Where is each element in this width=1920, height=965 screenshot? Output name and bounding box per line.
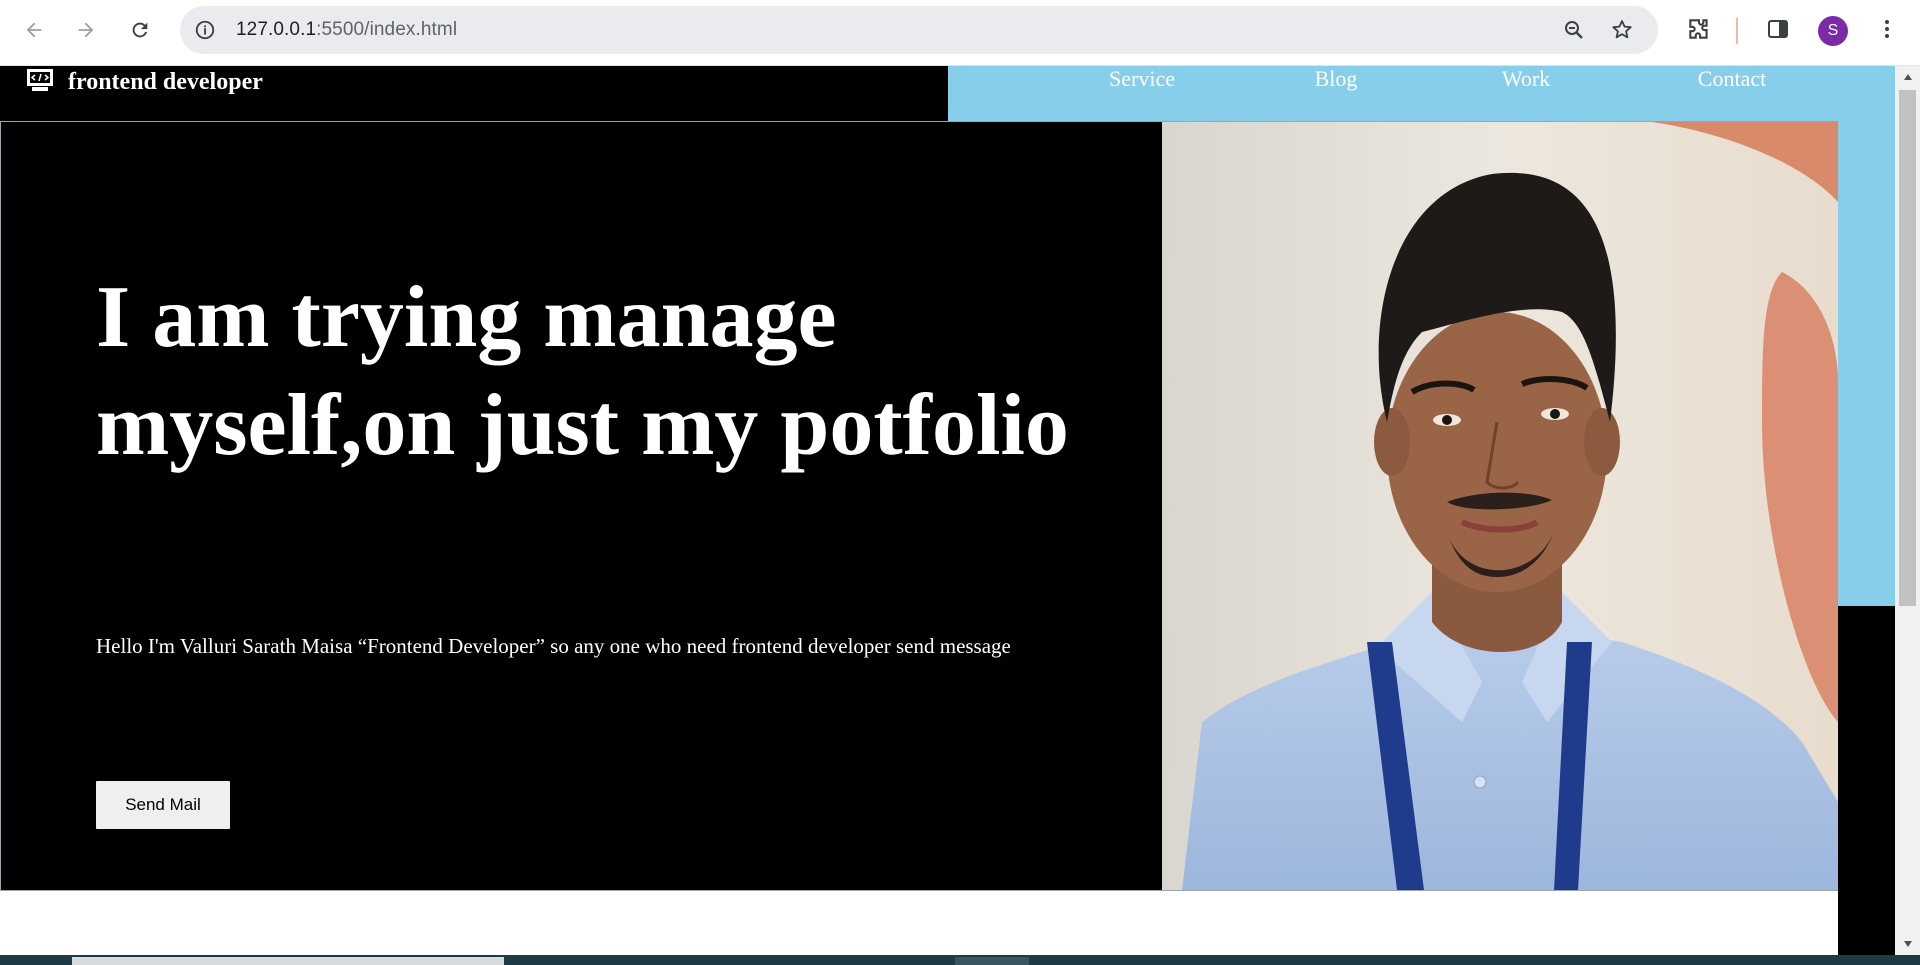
profile-photo — [1162, 122, 1838, 890]
puzzle-icon — [1689, 19, 1708, 39]
reload-icon — [132, 22, 148, 38]
address-bar[interactable]: 127.0.0.1:5500/index.html — [180, 6, 1658, 54]
os-taskbar — [0, 955, 1920, 965]
side-panel-icon — [1768, 20, 1788, 38]
nav-link-service[interactable]: Service — [1092, 66, 1192, 92]
code-monitor-icon — [27, 69, 53, 91]
triangle-down-icon — [1903, 941, 1912, 947]
arrow-right-icon — [78, 22, 94, 38]
star-icon[interactable] — [1610, 18, 1634, 42]
back-button[interactable] — [16, 12, 52, 48]
kebab-menu-icon — [1885, 20, 1889, 38]
url-host: 127.0.0.1 — [236, 19, 317, 40]
toolbar-divider — [1736, 18, 1738, 44]
arrow-left-icon — [26, 22, 42, 38]
url-path: :5500/index.html — [316, 19, 458, 40]
decorative-strip — [1838, 606, 1895, 955]
info-icon[interactable] — [194, 19, 216, 41]
profile-avatar[interactable]: S — [1818, 16, 1848, 46]
extensions-button[interactable] — [1684, 14, 1714, 44]
hero-subtitle: Hello I'm Valluri Sarath Maisa “Frontend… — [96, 634, 1011, 658]
scroll-down-button[interactable] — [1895, 933, 1920, 955]
site-header: frontend developer — [0, 66, 948, 121]
hero-title: I am trying manage myself,on just my pot… — [96, 269, 1069, 474]
portrait-image — [1162, 122, 1838, 890]
side-panel-button[interactable] — [1763, 14, 1793, 44]
scroll-up-button[interactable] — [1895, 66, 1920, 88]
site-logo-text[interactable]: frontend developer — [68, 66, 263, 98]
reload-button[interactable] — [122, 12, 158, 48]
taskbar-item[interactable] — [955, 957, 1029, 965]
hero-section: I am trying manage myself,on just my pot… — [0, 121, 1838, 891]
send-mail-button[interactable]: Send Mail — [96, 781, 230, 829]
vertical-scrollbar[interactable] — [1895, 66, 1920, 955]
url-text: 127.0.0.1:5500/index.html — [236, 6, 457, 54]
taskbar-item[interactable] — [72, 957, 504, 965]
nav-link-work[interactable]: Work — [1486, 66, 1566, 92]
zoom-icon[interactable] — [1562, 18, 1586, 42]
triangle-up-icon — [1903, 74, 1912, 80]
scroll-thumb[interactable] — [1899, 90, 1916, 606]
nav-link-blog[interactable]: Blog — [1296, 66, 1376, 92]
browser-toolbar: 127.0.0.1:5500/index.html S — [0, 0, 1920, 66]
forward-button[interactable] — [68, 12, 104, 48]
browser-menu-button[interactable] — [1872, 14, 1902, 44]
nav-link-contact[interactable]: Contact — [1682, 66, 1782, 92]
page-viewport: frontend developer Service Blog Work Con… — [0, 66, 1920, 955]
